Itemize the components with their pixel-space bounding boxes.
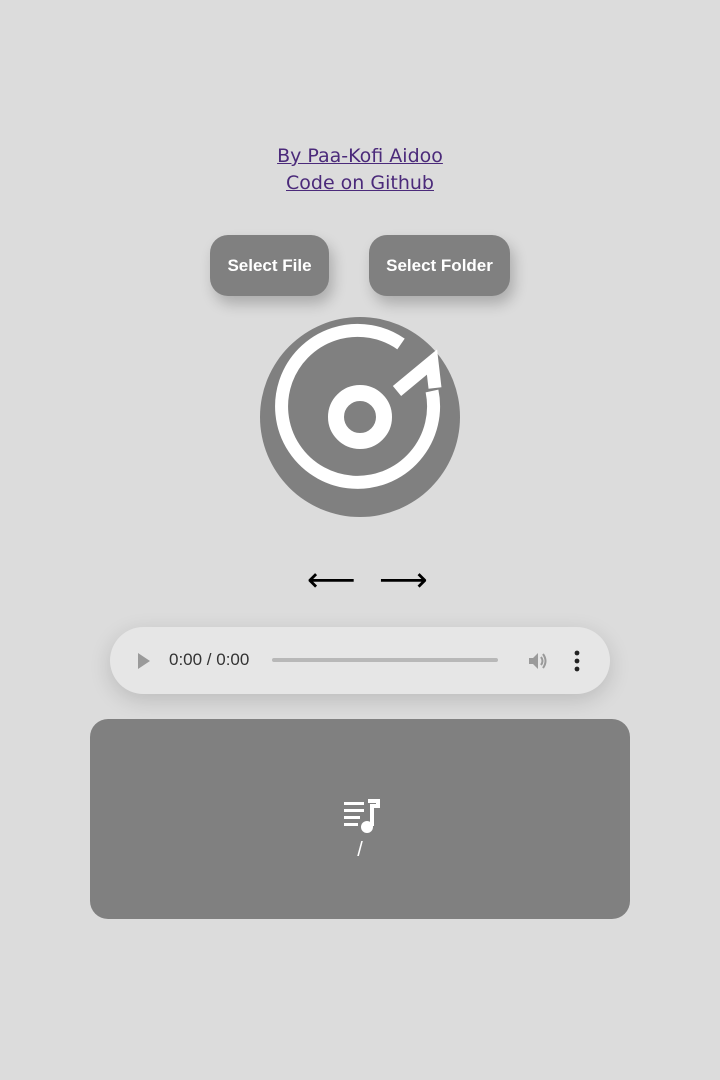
previous-track-arrow-icon[interactable]: ⟵ — [307, 558, 356, 602]
select-file-button[interactable]: Select File — [210, 235, 329, 296]
credits: By Paa-Kofi Aidoo Code on Github — [0, 143, 720, 197]
playlist-panel: / — [90, 719, 630, 919]
play-icon[interactable] — [138, 653, 150, 669]
playlist-path-label: / — [357, 839, 363, 861]
playlist-music-icon — [342, 799, 380, 835]
github-link[interactable]: Code on Github — [286, 170, 434, 197]
track-navigation: ⟵ ⟶ — [0, 558, 720, 602]
music-player-page: By Paa-Kofi Aidoo Code on Github Select … — [0, 0, 720, 1080]
album-disc-icon — [260, 317, 460, 517]
next-track-arrow-icon[interactable]: ⟶ — [379, 558, 428, 602]
author-link[interactable]: By Paa-Kofi Aidoo — [277, 143, 443, 170]
select-folder-button[interactable]: Select Folder — [369, 235, 510, 296]
audio-player: 0:00 / 0:00 — [110, 627, 610, 694]
more-options-icon[interactable] — [570, 650, 584, 672]
progress-bar[interactable] — [272, 658, 498, 662]
volume-icon[interactable] — [527, 650, 549, 672]
time-display: 0:00 / 0:00 — [169, 650, 250, 669]
